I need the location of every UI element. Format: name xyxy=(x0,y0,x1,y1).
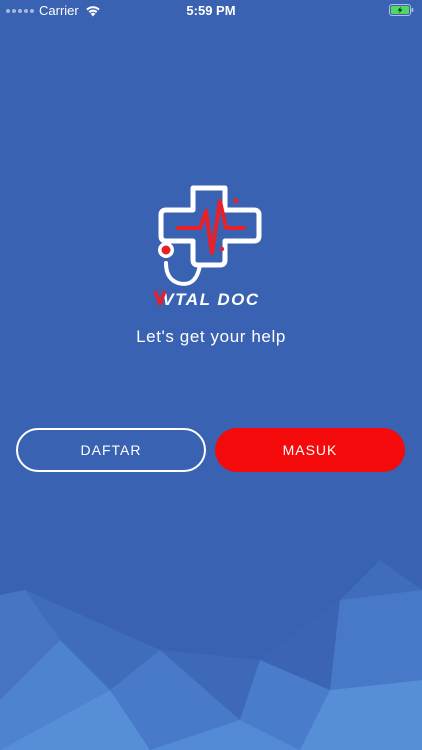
background-poly-pattern xyxy=(0,560,422,750)
medical-cross-stethoscope-heartbeat-icon: VTAL DOC xyxy=(153,185,262,309)
app-logo: VTAL DOC xyxy=(148,183,274,313)
daftar-button-label: DAFTAR xyxy=(80,442,142,458)
battery-charging-icon xyxy=(389,4,414,16)
status-time: 5:59 PM xyxy=(186,3,236,18)
tagline: Let's get your help xyxy=(136,327,286,346)
status-bar: Carrier 5:59 PM xyxy=(0,0,422,22)
masuk-button[interactable]: MASUK xyxy=(215,428,405,472)
masuk-button-label: MASUK xyxy=(282,442,338,458)
daftar-button[interactable]: DAFTAR xyxy=(16,428,206,472)
brand-text: VTAL DOC xyxy=(162,290,259,309)
